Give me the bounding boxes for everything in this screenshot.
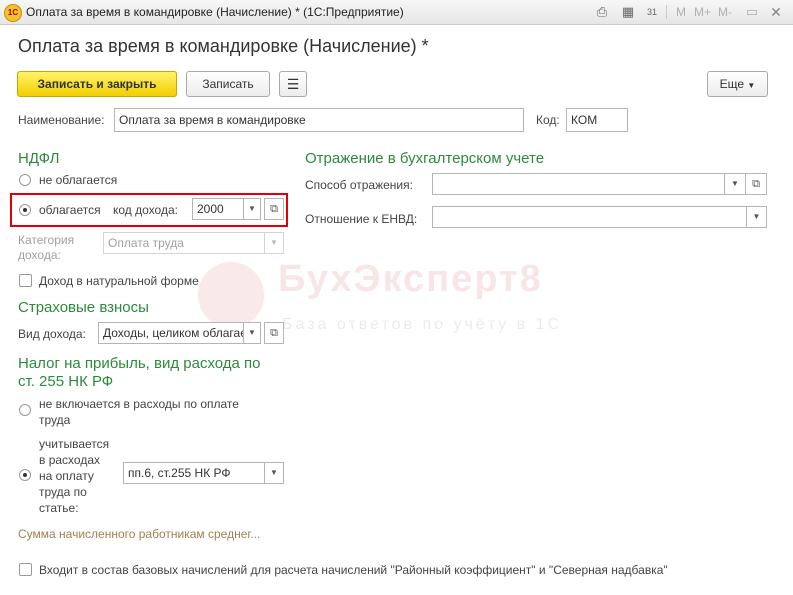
accounting-section-title: Отражение в бухгалтерском учете bbox=[305, 150, 545, 167]
profit-tax-title-1: Налог на прибыль, вид расхода по bbox=[18, 355, 261, 372]
income-category-input[interactable]: Оплата труда bbox=[103, 232, 265, 254]
included-radio[interactable] bbox=[19, 469, 31, 481]
in-kind-checkbox[interactable] bbox=[19, 274, 32, 287]
list-icon[interactable]: ☰ bbox=[279, 71, 307, 97]
name-label: Наименование: bbox=[18, 113, 105, 127]
app-logo-icon: 1С bbox=[4, 4, 22, 22]
accounting-method-input[interactable] bbox=[432, 173, 725, 195]
average-earnings-link[interactable]: Сумма начисленного работникам среднег... bbox=[18, 527, 260, 541]
envd-input[interactable] bbox=[432, 206, 747, 228]
insurance-section-title: Страховые взносы bbox=[18, 299, 149, 316]
toolbar-separator bbox=[666, 5, 667, 19]
memory-m-button[interactable]: M bbox=[676, 5, 686, 19]
included-label-line-5: статье: bbox=[39, 501, 79, 515]
more-button[interactable]: Еще ▼ bbox=[707, 71, 768, 97]
included-label-line-2: в расходах bbox=[39, 453, 101, 467]
included-label-line-3: на оплату bbox=[39, 469, 94, 483]
ndfl-not-taxed-radio[interactable] bbox=[19, 174, 31, 186]
calculator-icon[interactable]: ▦ bbox=[620, 4, 636, 20]
income-category-label-1: Категория bbox=[18, 233, 75, 247]
included-label-line-4: труда по bbox=[39, 485, 87, 499]
chevron-down-icon: ▼ bbox=[747, 81, 756, 90]
income-code-input[interactable]: 2000 bbox=[192, 198, 244, 220]
profit-tax-title-2: ст. 255 НК РФ bbox=[18, 373, 114, 390]
accounting-method-dropdown-icon[interactable]: ▼ bbox=[724, 173, 746, 195]
income-code-open-icon[interactable]: ⧉ bbox=[264, 198, 284, 220]
minimize-icon[interactable]: ▭ bbox=[744, 4, 760, 20]
watermark-title: БухЭксперт8 bbox=[278, 258, 543, 300]
memory-minus-button[interactable]: M- bbox=[718, 5, 732, 19]
ndfl-section-title: НДФЛ bbox=[18, 150, 60, 167]
save-close-button[interactable]: Записать и закрыть bbox=[17, 71, 177, 97]
watermark-subtitle: База ответов по учёту в 1С bbox=[282, 316, 563, 333]
income-code-label: код дохода: bbox=[113, 203, 178, 217]
included-label-line-1: учитывается bbox=[39, 437, 110, 451]
in-kind-label: Доход в натуральной форме bbox=[39, 274, 199, 288]
base-accruals-checkbox[interactable] bbox=[19, 563, 32, 576]
expense-article-input[interactable]: пп.6, ст.255 НК РФ bbox=[123, 462, 265, 484]
name-input[interactable]: Оплата за время в командировке bbox=[114, 108, 524, 132]
envd-label: Отношение к ЕНВД: bbox=[305, 212, 418, 226]
ndfl-taxed-radio[interactable] bbox=[19, 204, 31, 216]
income-category-dropdown-icon[interactable]: ▼ bbox=[264, 232, 284, 254]
accounting-method-label: Способ отражения: bbox=[305, 178, 413, 192]
ndfl-taxed-label: облагается bbox=[39, 203, 101, 217]
not-included-label-2: труда bbox=[39, 413, 71, 427]
expense-article-dropdown-icon[interactable]: ▼ bbox=[264, 462, 284, 484]
code-input[interactable]: КОМ bbox=[566, 108, 628, 132]
income-type-dropdown-icon[interactable]: ▼ bbox=[243, 322, 261, 344]
income-code-dropdown-icon[interactable]: ▼ bbox=[243, 198, 261, 220]
watermark-logo bbox=[198, 262, 264, 328]
income-type-input[interactable]: Доходы, целиком облагаемые bbox=[98, 322, 244, 344]
code-label: Код: bbox=[536, 113, 560, 127]
not-included-label-1: не включается в расходы по оплате bbox=[39, 397, 239, 411]
not-included-radio[interactable] bbox=[19, 404, 31, 416]
income-type-label: Вид дохода: bbox=[18, 327, 86, 341]
calendar-icon[interactable]: 31 bbox=[644, 4, 660, 20]
print-icon[interactable]: ⎙ bbox=[594, 4, 610, 20]
window-title: Оплата за время в командировке (Начислен… bbox=[26, 5, 404, 19]
close-icon[interactable]: ✕ bbox=[768, 4, 784, 20]
save-button[interactable]: Записать bbox=[186, 71, 270, 97]
memory-plus-button[interactable]: M+ bbox=[694, 5, 711, 19]
envd-dropdown-icon[interactable]: ▼ bbox=[746, 206, 767, 228]
ndfl-not-taxed-label: не облагается bbox=[39, 173, 118, 187]
page-title: Оплата за время в командировке (Начислен… bbox=[18, 36, 429, 56]
base-accruals-label: Входит в состав базовых начислений для р… bbox=[39, 563, 668, 577]
income-category-label-2: дохода: bbox=[18, 248, 61, 262]
income-type-open-icon[interactable]: ⧉ bbox=[264, 322, 284, 344]
accounting-method-open-icon[interactable]: ⧉ bbox=[745, 173, 767, 195]
more-label: Еще bbox=[719, 77, 745, 91]
